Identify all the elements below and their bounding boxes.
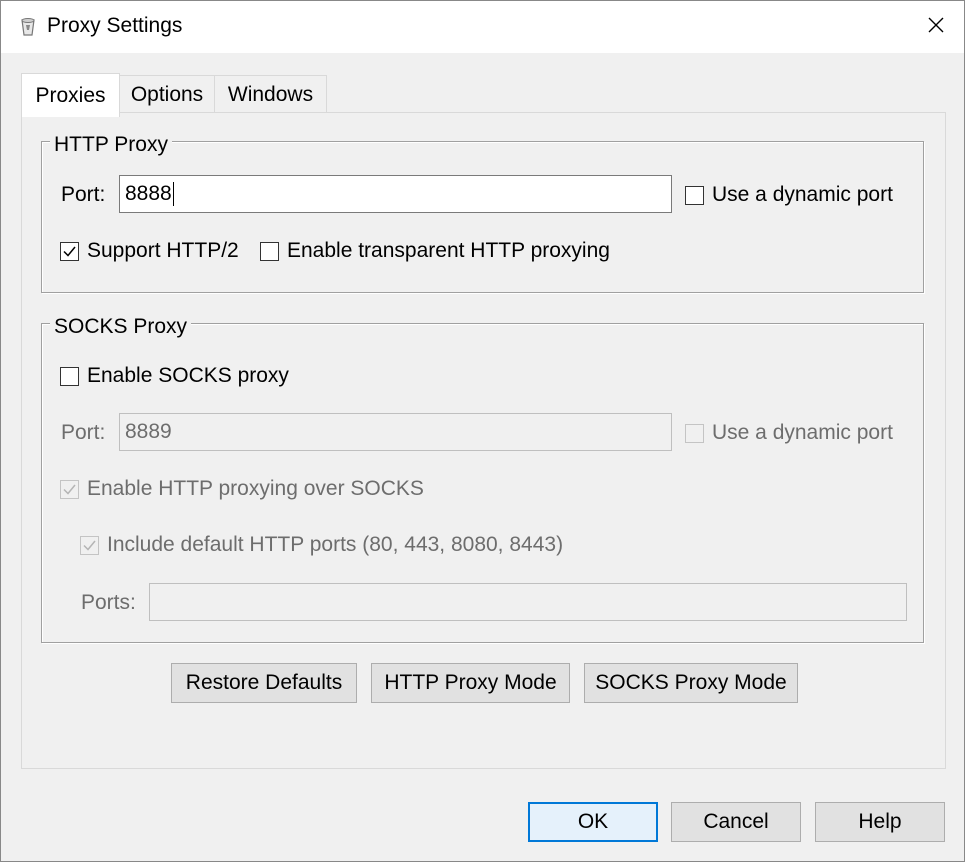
socks-ports-label: Ports: [81,591,136,614]
help-button[interactable]: Help [815,802,945,842]
http-dynamic-port-label[interactable]: Use a dynamic port [712,183,893,207]
socks-proxy-mode-button[interactable]: SOCKS Proxy Mode [584,663,798,703]
socks-port-input[interactable]: 8889 [119,413,672,451]
socks-port-label: Port: [61,421,106,444]
checkmark-icon [63,484,76,495]
socks-port-value: 8889 [125,420,172,443]
socks-ports-input[interactable] [149,583,907,621]
enable-socks-label[interactable]: Enable SOCKS proxy [87,364,289,388]
http-port-value: 8888 [125,182,172,205]
transparent-proxy-label[interactable]: Enable transparent HTTP proxying [287,239,610,263]
app-icon [19,17,37,37]
http-port-input[interactable]: 8888 [119,175,672,213]
tab-options[interactable]: Options [119,75,215,113]
http-dynamic-port-checkbox[interactable] [685,186,704,205]
cancel-button[interactable]: Cancel [671,802,801,842]
restore-defaults-button[interactable]: Restore Defaults [171,663,357,703]
http-port-label: Port: [61,183,106,206]
http-over-socks-checkbox[interactable] [60,480,79,499]
tab-windows[interactable]: Windows [214,75,327,113]
window-title: Proxy Settings [47,14,183,37]
transparent-proxy-checkbox[interactable] [260,242,279,261]
http-proxy-group-title: HTTP Proxy [50,133,172,157]
active-tab-joiner [22,110,119,116]
default-ports-label[interactable]: Include default HTTP ports (80, 443, 808… [107,533,563,557]
socks-dynamic-port-checkbox[interactable] [685,424,704,443]
checkmark-icon [83,540,96,551]
http-over-socks-label[interactable]: Enable HTTP proxying over SOCKS [87,477,424,501]
checkmark-icon [63,246,76,257]
close-icon [928,16,944,39]
socks-dynamic-port-label[interactable]: Use a dynamic port [712,421,893,445]
http-proxy-group [41,141,924,293]
close-button[interactable] [907,1,964,53]
proxy-settings-dialog: Proxy Settings Proxies Options Windows H… [0,0,965,862]
title-bar: Proxy Settings [1,1,964,53]
enable-socks-checkbox[interactable] [60,367,79,386]
ok-button[interactable]: OK [528,802,658,842]
default-ports-checkbox[interactable] [80,536,99,555]
http-proxy-mode-button[interactable]: HTTP Proxy Mode [371,663,570,703]
support-http2-checkbox[interactable] [60,242,79,261]
support-http2-label[interactable]: Support HTTP/2 [87,239,239,263]
proxies-tab-panel: HTTP Proxy Port: 8888 Use a dynamic port… [21,112,946,769]
socks-proxy-group-title: SOCKS Proxy [50,315,192,339]
text-caret [172,182,174,207]
